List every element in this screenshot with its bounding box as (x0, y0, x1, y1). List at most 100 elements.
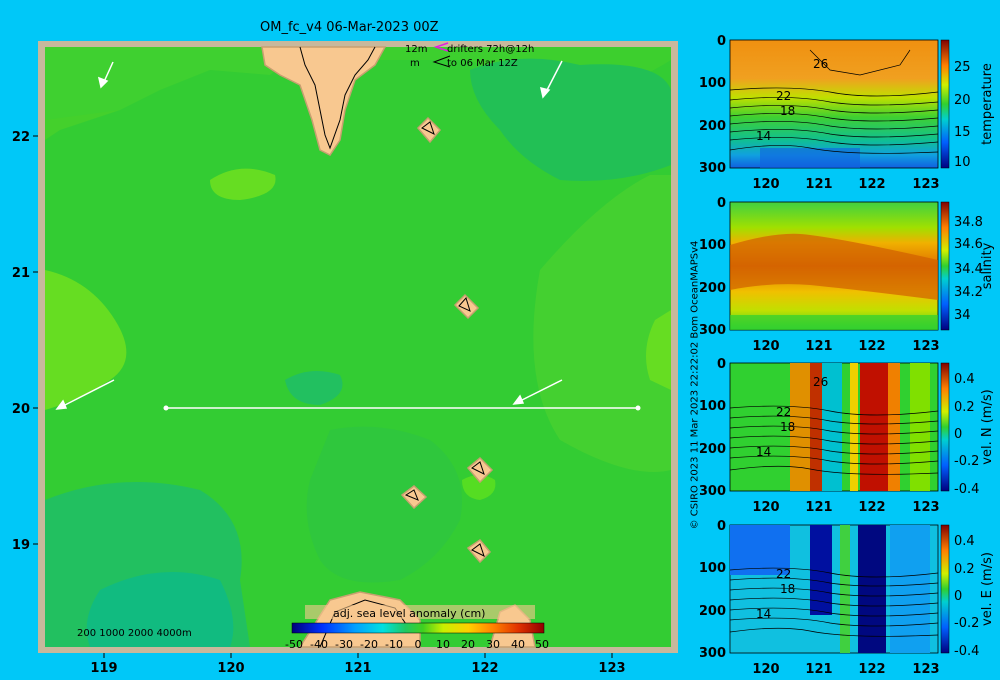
svg-text:22: 22 (12, 130, 30, 145)
contour-label: 22 (776, 567, 791, 581)
svg-text:300: 300 (700, 161, 726, 176)
svg-text:100: 100 (700, 238, 726, 253)
contour-label: 18 (780, 582, 795, 596)
contour-label: 22 (776, 89, 791, 103)
map-x-ticks: 119 120 121 122 123 (90, 661, 625, 676)
svg-text:0: 0 (717, 196, 726, 211)
svg-text:123: 123 (598, 661, 625, 676)
svg-text:15: 15 (954, 125, 971, 140)
svg-text:100: 100 (700, 561, 726, 576)
colorbar-title: adj. sea level anomaly (cm) (333, 607, 485, 620)
contour-label: 14 (756, 607, 771, 621)
svg-text:0: 0 (717, 519, 726, 534)
svg-text:10: 10 (436, 638, 450, 651)
svg-text:0.4: 0.4 (954, 534, 975, 549)
svg-text:30: 30 (486, 638, 500, 651)
svg-text:300: 300 (700, 323, 726, 338)
svg-text:121: 121 (805, 177, 832, 192)
svg-text:300: 300 (700, 646, 726, 661)
contour-label: 14 (756, 129, 771, 143)
svg-text:123: 123 (912, 500, 939, 515)
svg-text:40: 40 (511, 638, 525, 651)
svg-text:100: 100 (700, 76, 726, 91)
salinity-section (729, 201, 950, 331)
svg-text:0.2: 0.2 (954, 562, 975, 577)
svg-text:122: 122 (858, 177, 885, 192)
svg-text:0: 0 (717, 34, 726, 49)
svg-text:0: 0 (415, 638, 422, 651)
svg-text:-0.2: -0.2 (954, 616, 979, 631)
svg-text:200: 200 (700, 281, 726, 296)
svg-text:120: 120 (752, 177, 779, 192)
contour-label: 26 (813, 375, 828, 389)
svg-text:-0.2: -0.2 (954, 454, 979, 469)
svg-text:-50: -50 (285, 638, 303, 651)
svg-text:21: 21 (12, 266, 30, 281)
temperature-label: temperature (980, 63, 995, 145)
contour-label: 18 (780, 420, 795, 434)
svg-text:122: 122 (471, 661, 498, 676)
svg-text:-30: -30 (335, 638, 353, 651)
svg-text:25: 25 (954, 60, 971, 75)
svg-text:10: 10 (954, 155, 971, 170)
vel-n-section: 26 22 18 14 (729, 362, 950, 492)
drifters-legend-text: drifters 72h@12h (447, 44, 534, 55)
svg-text:122: 122 (858, 662, 885, 677)
svg-text:20: 20 (461, 638, 475, 651)
contour-label: 22 (776, 405, 791, 419)
svg-text:121: 121 (805, 662, 832, 677)
svg-text:200: 200 (700, 604, 726, 619)
sea-level-map: 12m drifters 72h@12h m to 06 Mar 12Z 200… (12, 41, 678, 676)
vel-n-label: vel. N (m/s) (980, 389, 995, 464)
svg-text:0: 0 (954, 427, 962, 442)
svg-text:200: 200 (700, 442, 726, 457)
svg-text:-10: -10 (385, 638, 403, 651)
svg-text:121: 121 (344, 661, 371, 676)
section-panels: 26 22 18 14 26 22 18 14 22 18 14 0 100 2… (700, 34, 995, 677)
svg-text:200: 200 (700, 119, 726, 134)
svg-text:-0.4: -0.4 (954, 482, 979, 497)
svg-text:123: 123 (912, 662, 939, 677)
svg-text:120: 120 (752, 339, 779, 354)
svg-text:0.4: 0.4 (954, 372, 975, 387)
svg-text:50: 50 (535, 638, 549, 651)
temperature-section: 26 22 18 14 (729, 39, 950, 169)
svg-text:20: 20 (12, 402, 30, 417)
svg-text:300: 300 (700, 484, 726, 499)
svg-text:120: 120 (752, 500, 779, 515)
vectors-legend-label: m (410, 58, 420, 69)
svg-text:122: 122 (858, 339, 885, 354)
svg-text:20: 20 (954, 93, 971, 108)
svg-text:121: 121 (805, 339, 832, 354)
svg-text:120: 120 (217, 661, 244, 676)
svg-text:-40: -40 (310, 638, 328, 651)
svg-text:119: 119 (90, 661, 117, 676)
svg-text:19: 19 (12, 538, 30, 553)
svg-text:121: 121 (805, 500, 832, 515)
svg-text:100: 100 (700, 399, 726, 414)
svg-text:34.4: 34.4 (954, 262, 983, 277)
svg-text:0.2: 0.2 (954, 400, 975, 415)
contour-label: 18 (780, 104, 795, 118)
svg-text:123: 123 (912, 177, 939, 192)
vectors-legend-text: to 06 Mar 12Z (447, 58, 518, 69)
svg-text:122: 122 (858, 500, 885, 515)
sea-level-colorbar (291, 622, 545, 634)
svg-text:120: 120 (752, 662, 779, 677)
contour-label: 14 (756, 445, 771, 459)
vel-e-label: vel. E (m/s) (980, 552, 995, 626)
salinity-label: salinity (980, 242, 995, 289)
drifters-legend-label: 12m (405, 44, 427, 55)
map-y-ticks: 22 21 20 19 (12, 130, 30, 553)
svg-text:-20: -20 (360, 638, 378, 651)
depth-legend: 200 1000 2000 4000m (77, 628, 192, 639)
svg-text:34.2: 34.2 (954, 285, 983, 300)
svg-text:34: 34 (954, 308, 971, 323)
svg-text:34.8: 34.8 (954, 215, 983, 230)
contour-label: 26 (813, 57, 828, 71)
vel-e-section: 22 18 14 (729, 524, 950, 654)
svg-text:123: 123 (912, 339, 939, 354)
svg-text:34.6: 34.6 (954, 237, 983, 252)
svg-text:-0.4: -0.4 (954, 644, 979, 659)
svg-text:0: 0 (954, 589, 962, 604)
